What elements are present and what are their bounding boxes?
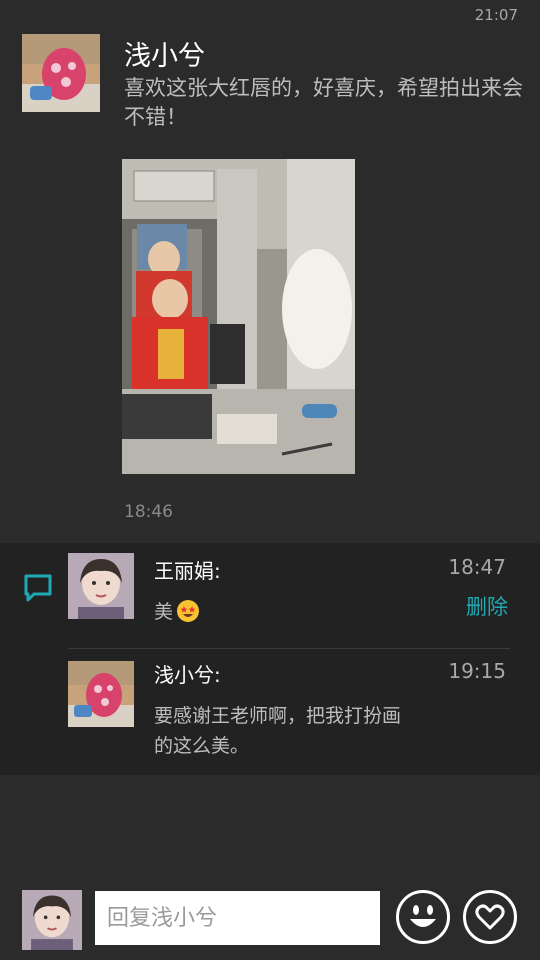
comment-text-content: 美 bbox=[154, 601, 174, 623]
post-photo[interactable] bbox=[122, 159, 355, 474]
comment-text: 要感谢王老师啊，把我打扮画的这么美。 bbox=[154, 705, 402, 757]
comments-panel: 王丽娟: 18:47 美 删除 浅小兮: 19:15 要感谢王老师啊，把我打扮画… bbox=[0, 543, 540, 775]
post-author-name[interactable]: 浅小兮 bbox=[124, 34, 205, 73]
commenter-name[interactable]: 王丽娟: bbox=[154, 555, 221, 584]
commenter-name[interactable]: 浅小兮: bbox=[154, 659, 221, 688]
star-struck-emoji-icon bbox=[177, 599, 200, 622]
reply-input[interactable] bbox=[95, 891, 380, 945]
emoji-button[interactable] bbox=[396, 890, 450, 944]
heart-icon bbox=[475, 904, 505, 930]
reply-bar bbox=[0, 878, 540, 960]
smiley-icon bbox=[410, 905, 436, 927]
comment-item: 浅小兮: 19:15 要感谢王老师啊，把我打扮画的这么美。 bbox=[68, 657, 510, 767]
post-author-avatar[interactable] bbox=[22, 34, 100, 112]
commenter-avatar[interactable] bbox=[68, 553, 134, 619]
delete-comment-button[interactable]: 删除 bbox=[466, 591, 508, 621]
comment-item: 王丽娟: 18:47 美 删除 bbox=[68, 553, 510, 649]
my-avatar bbox=[22, 890, 82, 950]
comment-time: 19:15 bbox=[448, 659, 506, 683]
status-time: 21:07 bbox=[474, 6, 518, 24]
post-time: 18:46 bbox=[124, 502, 173, 522]
commenter-avatar[interactable] bbox=[68, 661, 134, 727]
comment-time: 18:47 bbox=[448, 555, 506, 579]
post-text: 喜欢这张大红唇的，好喜庆，希望拍出来会不错！ bbox=[124, 76, 523, 129]
comment-bubble-icon bbox=[22, 572, 54, 604]
comment-text: 美 bbox=[154, 597, 414, 627]
like-button[interactable] bbox=[463, 890, 517, 944]
